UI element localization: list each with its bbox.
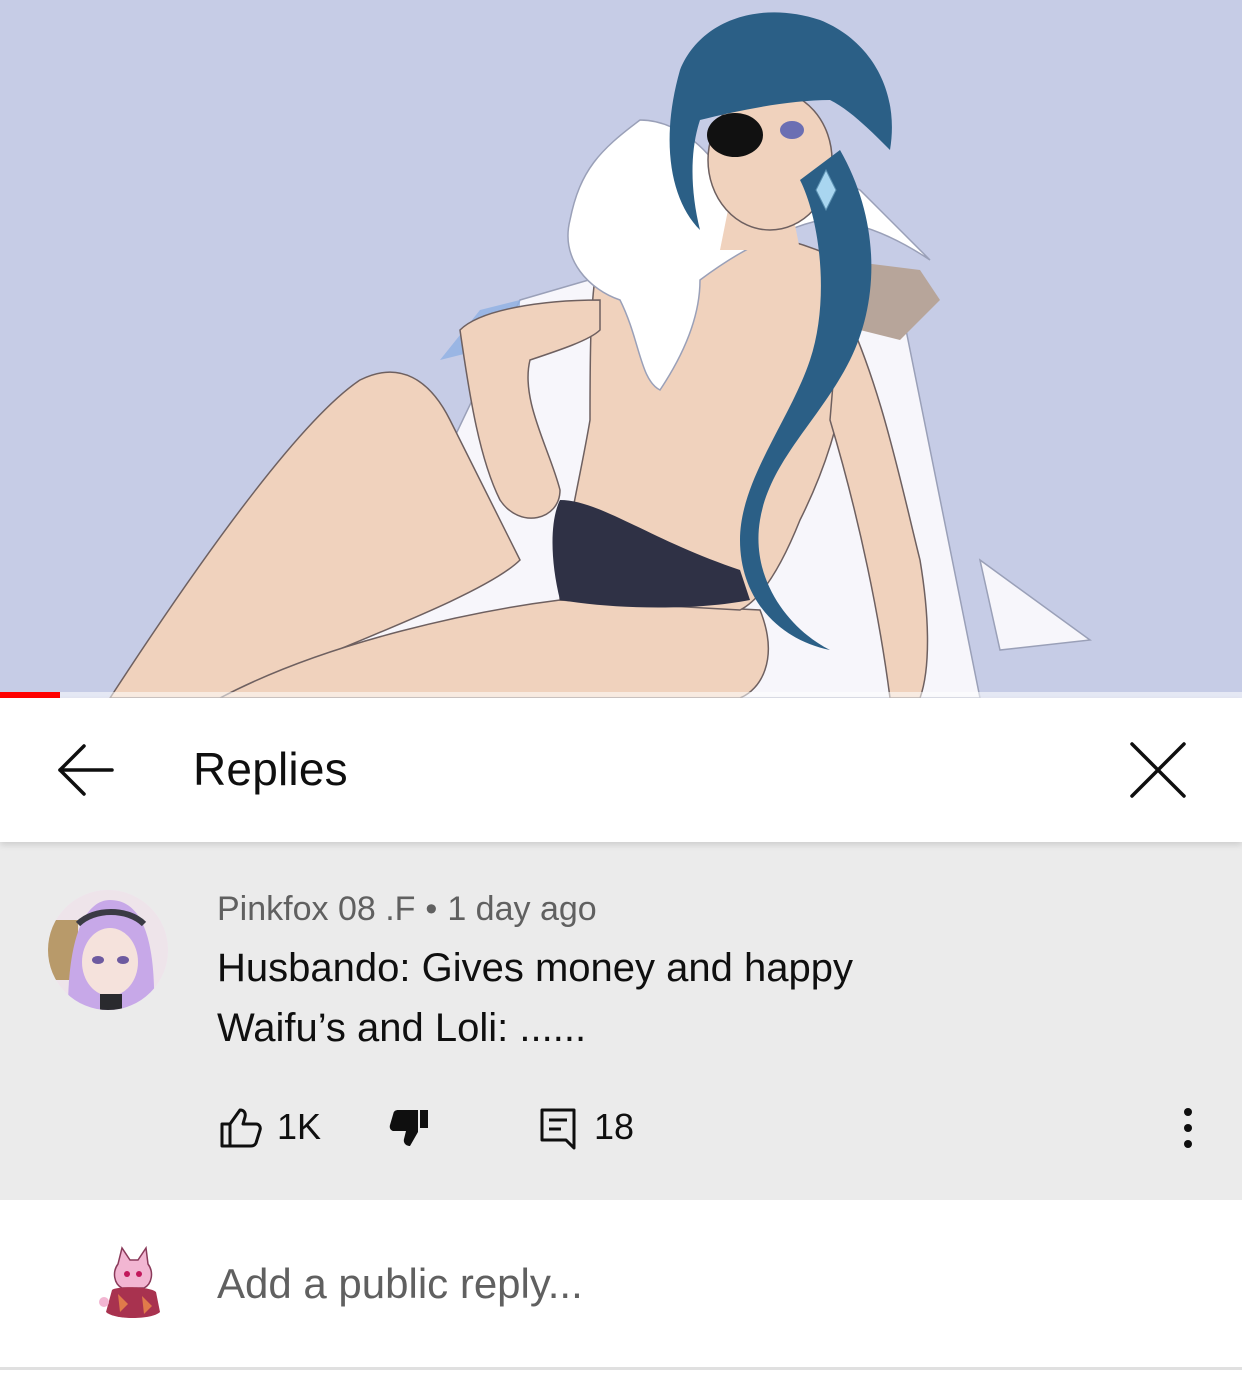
fox-mascot-avatar-image — [99, 1245, 160, 1318]
arrow-left-icon — [58, 744, 114, 796]
thumbs-down-icon — [389, 1110, 428, 1146]
video-player[interactable] — [0, 0, 1242, 698]
thumbs-up-icon — [220, 1108, 262, 1148]
like-count: 1K — [277, 1106, 322, 1147]
video-frame-illustration — [0, 0, 1242, 698]
parent-comment: Pinkfox 08 .F • 1 day ago Husbando: Gives … — [0, 842, 1242, 1200]
reply-button[interactable] — [538, 1104, 578, 1152]
anime-avatar-image — [48, 890, 168, 1010]
more-vertical-icon — [1184, 1108, 1192, 1148]
comment-author[interactable]: Pinkfox 08 .F — [217, 890, 415, 928]
close-icon — [1130, 742, 1186, 798]
user-avatar — [98, 1245, 168, 1322]
comment-meta: Pinkfox 08 .F • 1 day ago — [217, 890, 597, 929]
reply-count: 18 — [594, 1106, 635, 1147]
avatar[interactable] — [48, 890, 168, 1010]
reply-composer — [0, 1200, 1242, 1368]
like-button[interactable] — [216, 1104, 264, 1152]
replies-header: Replies — [0, 698, 1242, 842]
comment-time: 1 day ago — [447, 890, 597, 928]
reply-comment-icon — [540, 1108, 576, 1150]
more-options-button[interactable] — [1170, 1106, 1206, 1150]
page-title: Replies — [193, 743, 348, 795]
dislike-button[interactable] — [386, 1104, 434, 1152]
reply-input[interactable] — [217, 1256, 1117, 1312]
comment-text-line-2: Waifu’s and Loli: ...... — [217, 1006, 587, 1050]
close-button[interactable] — [1120, 736, 1196, 806]
back-button[interactable] — [50, 738, 120, 802]
divider — [0, 1367, 1242, 1370]
meta-separator: • — [425, 890, 438, 928]
comment-text-line-1: Husbando: Gives money and happy — [217, 946, 853, 990]
